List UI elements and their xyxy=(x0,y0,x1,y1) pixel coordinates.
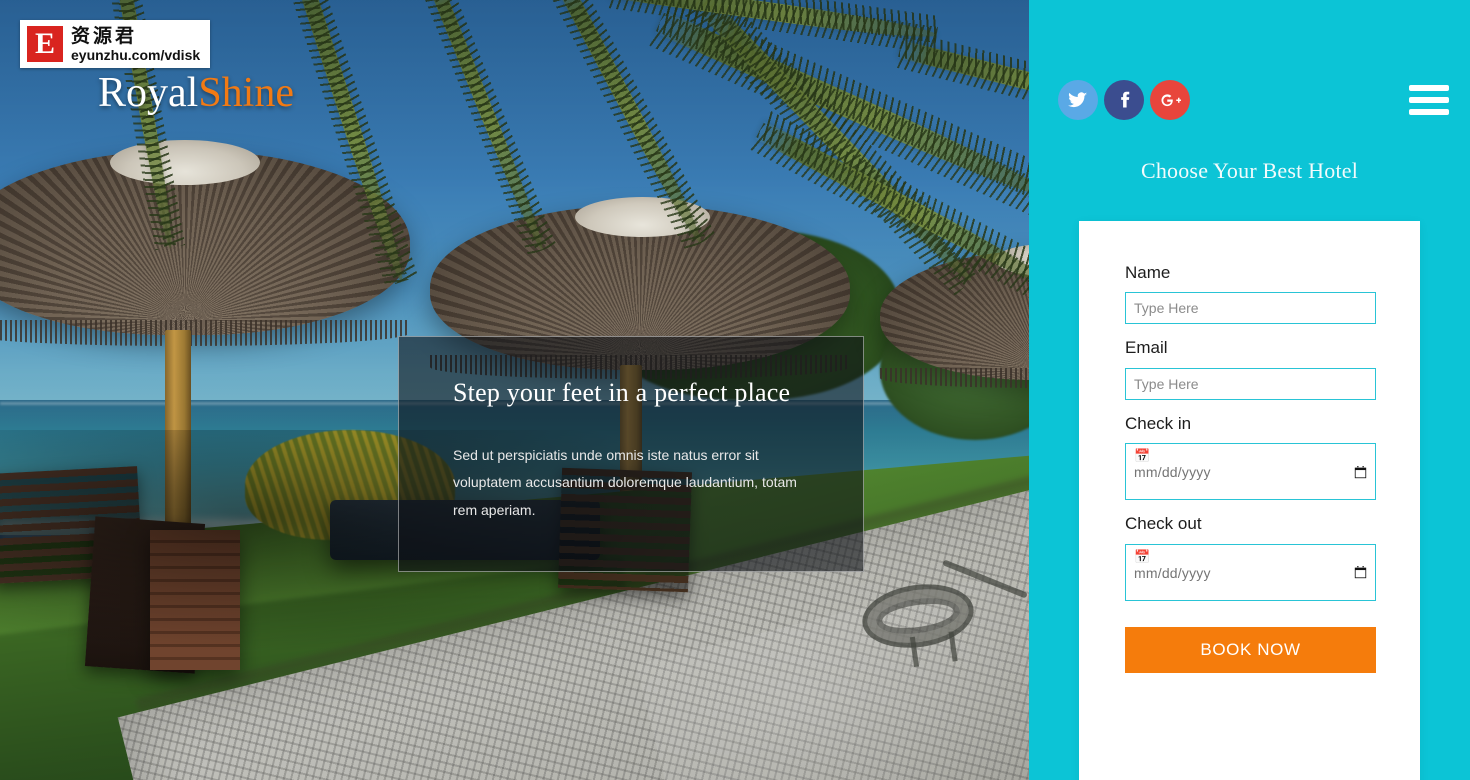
check-out-label: Check out xyxy=(1125,514,1202,534)
field-check-out: Check out 📅 mm/dd/yyyy xyxy=(1125,514,1376,601)
name-input[interactable] xyxy=(1125,292,1376,325)
site-logo[interactable]: RoyalShine xyxy=(98,72,294,114)
check-in-label: Check in xyxy=(1125,413,1192,433)
twitter-icon[interactable] xyxy=(1058,80,1098,120)
date-picker-icon[interactable] xyxy=(1354,465,1367,479)
facebook-icon[interactable] xyxy=(1104,80,1144,120)
watermark-chinese-text: 资源君 xyxy=(71,25,138,47)
hero-caption-box: Step your feet in a perfect place Sed ut… xyxy=(398,336,864,572)
name-label: Name xyxy=(1125,263,1171,282)
email-label: Email xyxy=(1125,338,1168,358)
page-root: E 资源君 eyunzhu.com/vdisk RoyalShine Step … xyxy=(0,0,1470,780)
field-check-in: Check in 📅 mm/dd/yyyy xyxy=(1125,413,1376,501)
hero-heading: Step your feet in a perfect place xyxy=(453,378,791,407)
hero-body-text: Sed ut perspiciatis unde omnis iste natu… xyxy=(453,447,797,518)
check-in-placeholder: mm/dd/yyyy xyxy=(1134,464,1211,481)
panel-title: Choose Your Best Hotel xyxy=(1140,158,1359,183)
check-out-row: mm/dd/yyyy xyxy=(1134,565,1367,581)
book-now-button[interactable]: BOOK NOW xyxy=(1125,626,1376,673)
calendar-icon: 📅 xyxy=(1134,548,1151,564)
watermark-text: 资源君 eyunzhu.com/vdisk xyxy=(71,27,200,62)
booking-panel: Choose Your Best Hotel Name Email Check … xyxy=(1029,0,1470,780)
booking-form-card: Name Email Check in 📅 mm/dd/yyyy xyxy=(1079,221,1420,780)
field-email: Email xyxy=(1125,338,1376,400)
calendar-icon: 📅 xyxy=(1134,448,1151,464)
google-plus-icon[interactable] xyxy=(1150,80,1190,120)
check-in-input[interactable]: 📅 mm/dd/yyyy xyxy=(1125,443,1376,501)
watermark-url: eyunzhu.com/vdisk xyxy=(71,46,201,63)
check-out-placeholder: mm/dd/yyyy xyxy=(1134,564,1211,581)
check-in-row: mm/dd/yyyy xyxy=(1134,464,1367,480)
watermark-logo: E 资源君 eyunzhu.com/vdisk xyxy=(20,20,210,68)
check-out-input[interactable]: 📅 mm/dd/yyyy xyxy=(1125,543,1376,601)
email-input[interactable] xyxy=(1125,367,1376,400)
watermark-badge-letter: E xyxy=(25,24,65,64)
logo-text-primary: Royal xyxy=(98,70,199,116)
field-name: Name xyxy=(1125,263,1376,325)
logo-text-accent: Shine xyxy=(198,70,294,116)
hamburger-menu-icon[interactable] xyxy=(1409,85,1449,115)
social-links xyxy=(1058,80,1190,120)
hero-section: E 资源君 eyunzhu.com/vdisk RoyalShine Step … xyxy=(0,0,1029,780)
panel-header xyxy=(1029,78,1470,122)
date-picker-icon[interactable] xyxy=(1354,566,1367,579)
